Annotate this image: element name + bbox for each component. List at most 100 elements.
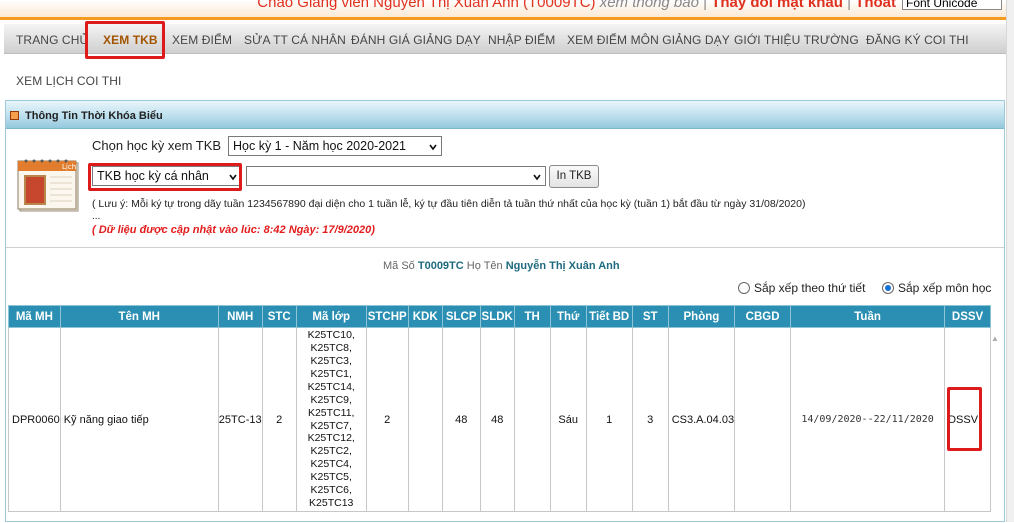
- student-code: T0009TC: [417, 260, 464, 272]
- cell-group: 25TC-13: [217, 327, 263, 512]
- nav-register-proctoring[interactable]: ĐĂNG KÝ COI THI: [866, 33, 969, 47]
- class-code: K25TC6,: [310, 484, 352, 497]
- term-label: Chọn học kỳ xem TKB: [92, 138, 222, 153]
- col-header: Tuần: [790, 305, 946, 328]
- col-header: TH: [513, 305, 551, 328]
- cell-course-code: DPR0060: [8, 327, 61, 512]
- col-header: SLDK: [479, 305, 515, 328]
- nav-edit-profile[interactable]: SỬA TT CÁ NHÂN: [244, 33, 346, 47]
- col-header: DSSV: [944, 305, 992, 328]
- table-header-row: Mã MH Tên MH NMH STC Mã lớp STCHP KDK SL…: [8, 305, 992, 328]
- active-tab-highlight: [85, 21, 165, 59]
- class-code: K25TC2,: [310, 445, 352, 458]
- col-header: ST: [631, 305, 669, 328]
- change-password-link[interactable]: Thay đổi mật khẩu: [711, 0, 843, 11]
- nav-view-exam-schedule[interactable]: XEM LỊCH COI THI: [16, 74, 121, 88]
- panel-title: Thông Tin Thời Khóa Biểu: [25, 110, 163, 122]
- timetable-table-wrap: Mã MH Tên MH NMH STC Mã lớp STCHP KDK SL…: [8, 305, 1004, 523]
- col-header: KDK: [407, 305, 443, 328]
- separator: |: [703, 0, 708, 11]
- nav-teaching-evaluation[interactable]: ĐÁNH GIÁ GIẢNG DẠY: [351, 33, 481, 47]
- class-code: K25TC11,: [307, 406, 355, 419]
- panel-header: Thông Tin Thời Khóa Biểu: [6, 101, 1004, 129]
- timetable-table: Mã MH Tên MH NMH STC Mã lớp STCHP KDK SL…: [8, 305, 992, 512]
- nav-enter-grades[interactable]: NHẬP ĐIỂM: [488, 33, 555, 47]
- scroll-up-icon[interactable]: ▲: [991, 334, 999, 343]
- class-code: K25TC12,: [307, 432, 355, 445]
- divider: [6, 247, 1004, 248]
- cell-room: CS3.A.04.03: [667, 327, 736, 512]
- panel-bullet-icon: [10, 111, 19, 120]
- nav-home[interactable]: TRANG CHỦ: [16, 33, 88, 47]
- radio-on-icon: [882, 282, 894, 294]
- sort-by-subject-radio[interactable]: Sắp xếp môn học: [882, 281, 991, 295]
- dssv-highlight: [947, 387, 982, 451]
- code-label: Mã Số: [383, 260, 415, 272]
- separator: |: [847, 0, 851, 11]
- radio-off-icon: [738, 282, 750, 294]
- cell-periods: 3: [631, 327, 669, 512]
- cell-slcp: 48: [441, 327, 481, 512]
- secondary-select[interactable]: [246, 166, 546, 186]
- cell-th: [513, 327, 551, 512]
- term-select-value: Học kỳ 1 - Năm học 2020-2021: [233, 139, 407, 153]
- select-highlight: [88, 163, 242, 191]
- chevron-down-icon: [533, 174, 541, 181]
- cell-stchp: 2: [365, 327, 409, 512]
- top-strip: Chào Giảng viên Nguyễn Thị Xuân Anh (T00…: [0, 0, 1014, 20]
- class-code: K25TC4,: [310, 458, 352, 471]
- col-header: Phòng: [667, 305, 736, 328]
- cell-lecturer: [734, 327, 792, 512]
- class-code: K25TC8,: [310, 342, 352, 355]
- cell-weeks: 14/09/2020--22/11/2020: [790, 327, 946, 512]
- sort-by-day-label: Sắp xếp theo thứ tiết: [754, 281, 866, 295]
- col-header: CBGD: [734, 305, 792, 328]
- week-note: ( Lưu ý: Mỗi ký tự trong dãy tuần 123456…: [92, 198, 806, 210]
- class-code: K25TC3,: [310, 354, 352, 367]
- col-header: Mã lớp: [295, 305, 367, 328]
- cell-class-codes: K25TC10, K25TC8, K25TC3, K25TC1, K25TC14…: [295, 327, 367, 512]
- nav-view-course-grades[interactable]: XEM ĐIỂM MÔN GIẢNG DẠY: [567, 33, 730, 47]
- class-code: K25TC7,: [310, 419, 352, 432]
- cell-sldk: 48: [479, 327, 515, 512]
- print-timetable-button[interactable]: In TKB: [549, 165, 599, 188]
- student-info: Mã Số T0009TC Họ Tên Nguyễn Thị Xuân Anh: [383, 260, 620, 272]
- class-code: K25TC9,: [310, 393, 352, 406]
- col-header: Thứ: [549, 305, 587, 328]
- page-scrollbar[interactable]: [1006, 0, 1014, 522]
- nav-view-grades[interactable]: XEM ĐIỂM: [172, 33, 232, 47]
- col-header: STC: [261, 305, 297, 328]
- class-code: K25TC10,: [307, 329, 355, 342]
- col-header: Tên MH: [59, 305, 219, 328]
- cell-kdk: [407, 327, 443, 512]
- chevron-down-icon: [429, 144, 437, 151]
- cell-weekday: Sáu: [549, 327, 587, 512]
- class-code: K25TC13: [309, 496, 354, 509]
- nav-about-school[interactable]: GIỚI THIỆU TRƯỜNG: [734, 33, 859, 47]
- col-header: NMH: [217, 305, 263, 328]
- sort-by-day-radio[interactable]: Sắp xếp theo thứ tiết: [738, 281, 865, 295]
- font-select[interactable]: Font Unicode: [902, 0, 1002, 10]
- col-header: SLCP: [441, 305, 481, 328]
- table-row: DPR0060 Kỹ năng giao tiếp 25TC-13 2 K25T…: [8, 327, 992, 512]
- col-header: Mã MH: [8, 305, 61, 328]
- calendar-label: Lịch: [62, 163, 76, 171]
- cell-course-name: Kỹ năng giao tiếp: [59, 327, 219, 512]
- greeting: Chào Giảng viên Nguyễn Thị Xuân Anh (T00…: [257, 0, 896, 11]
- cell-start-period: 1: [585, 327, 633, 512]
- name-label: Họ Tên: [466, 260, 503, 272]
- timetable-panel: Thông Tin Thời Khóa Biểu Lịch Chọn học k…: [5, 100, 1005, 522]
- class-code: K25TC5,: [310, 471, 352, 484]
- update-notice: ( Dữ liệu được cập nhật vào lúc: 8:42 Ng…: [92, 224, 375, 236]
- logout-link[interactable]: Thoát: [855, 0, 896, 11]
- term-select[interactable]: Học kỳ 1 - Năm học 2020-2021: [228, 136, 442, 156]
- class-code: K25TC14,: [307, 380, 355, 393]
- calendar-icon: Lịch: [17, 159, 79, 212]
- sort-by-subject-label: Sắp xếp môn học: [898, 281, 992, 295]
- class-code: K25TC1,: [310, 367, 352, 380]
- cell-credits: 2: [261, 327, 297, 512]
- greeting-text: Chào Giảng viên Nguyễn Thị Xuân Anh (T00…: [257, 0, 596, 11]
- col-header: STCHP: [365, 305, 409, 328]
- note-ellipsis: ...: [92, 211, 101, 222]
- view-info-link[interactable]: xem thông báo: [600, 0, 699, 11]
